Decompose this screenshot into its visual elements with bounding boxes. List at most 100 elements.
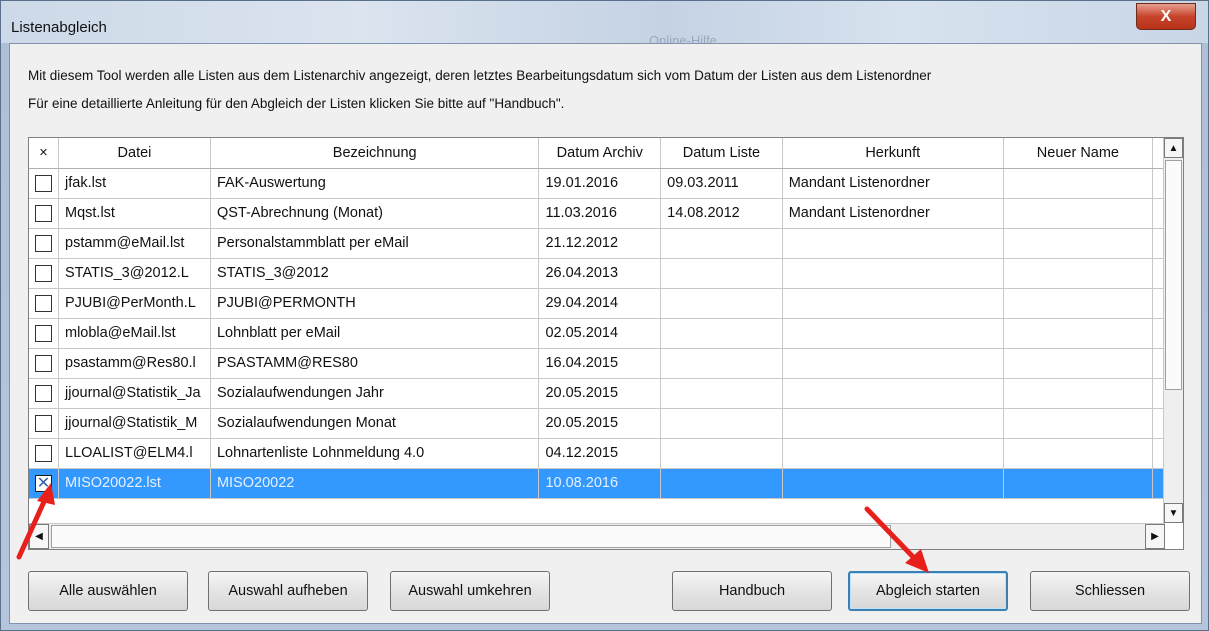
description-line-1: Mit diesem Tool werden alle Listen aus d… (28, 68, 932, 83)
cell-datum-liste (660, 468, 783, 499)
cell-datei: pstamm@eMail.lst (58, 228, 211, 259)
table-row[interactable]: ✕MISO20022.lstMISO2002210.08.2016I (29, 468, 1183, 499)
cell-checkbox (29, 348, 59, 379)
column-header-datum-liste[interactable]: Datum Liste (660, 138, 783, 169)
cell-datei: jfak.lst (58, 168, 211, 199)
table-row[interactable]: pstamm@eMail.lst Personalstammblatt per e… (29, 228, 1183, 259)
column-header-datum-archiv[interactable]: Datum Archiv (538, 138, 662, 169)
title-bar[interactable]: Listenabgleich Online-Hilfe X (1, 1, 1208, 48)
cell-neuer-name (1003, 438, 1154, 469)
dialog-client-area: Mit diesem Tool werden alle Listen aus d… (9, 43, 1202, 624)
cell-herkunft (782, 438, 1004, 469)
cell-datei: Mqst.lst (58, 198, 211, 229)
dialog-window: Listenabgleich Online-Hilfe X Mit diesem… (0, 0, 1209, 631)
row-checkbox[interactable] (35, 264, 52, 282)
table-row[interactable]: jfak.lst FAK-Auswertung 19.01.2016 09.03.20… (29, 168, 1183, 199)
vertical-scrollbar[interactable]: ▲ ▼ (1163, 138, 1183, 523)
table-body: jfak.lst FAK-Auswertung 19.01.2016 09.03.20… (29, 168, 1183, 499)
cell-neuer-name (1003, 318, 1154, 349)
cell-datum-archiv: 16.04.2015 (538, 348, 662, 379)
table-row[interactable]: STATIS_3@2012.LSTATIS_3@201226.04.2013E (29, 258, 1183, 289)
table-row[interactable]: PJUBI@PerMonth.L PJUBI@PERMONTH 29.04.2014… (29, 288, 1183, 319)
cell-datum-liste (660, 408, 783, 439)
cell-datei: PJUBI@PerMonth.L (58, 288, 211, 319)
select-all-button[interactable]: Alle auswählen (28, 571, 188, 611)
table-row[interactable]: jjournal@Statistik_Ja Sozialaufwendungen … (29, 378, 1183, 409)
table-row[interactable]: psastamm@Res80.l PSASTAMM@RES80 16.04.2015… (29, 348, 1183, 379)
cell-neuer-name (1003, 168, 1154, 199)
cell-datum-liste (660, 228, 783, 259)
description-line-2: Für eine detaillierte Anleitung für den … (28, 96, 565, 111)
column-header-datei[interactable]: Datei (58, 138, 211, 169)
cell-checkbox (29, 198, 59, 229)
column-header-herkunft[interactable]: Herkunft (782, 138, 1004, 169)
row-checkbox[interactable] (35, 174, 52, 192)
clear-selection-button[interactable]: Auswahl aufheben (208, 571, 368, 611)
cell-datum-archiv: 19.01.2016 (538, 168, 662, 199)
cell-neuer-name (1003, 408, 1154, 439)
table-row[interactable]: Mqst.lst QST-Abrechnung (Monat) 11.03.2016… (29, 198, 1183, 229)
lists-grid[interactable]: × Datei Bezeichnung Datum Archiv Datum L… (28, 137, 1184, 550)
cell-datei: jjournal@Statistik_M (58, 408, 211, 439)
cell-herkunft (782, 468, 1004, 499)
close-button[interactable]: Schliessen (1030, 571, 1190, 611)
cell-datum-archiv: 29.04.2014 (538, 288, 662, 319)
start-compare-button[interactable]: Abgleich starten (848, 571, 1008, 611)
scroll-left-icon[interactable]: ◀ (29, 524, 49, 549)
cell-datum-archiv: 04.12.2015 (538, 438, 662, 469)
cell-datum-liste (660, 348, 783, 379)
cell-datei: jjournal@Statistik_Ja (58, 378, 211, 409)
row-checkbox[interactable] (35, 294, 52, 312)
cell-datum-liste (660, 258, 783, 289)
cell-neuer-name (1003, 258, 1154, 289)
cell-datei: mlobla@eMail.lst (58, 318, 211, 349)
row-checkbox[interactable] (35, 234, 52, 252)
column-header-neuer-name[interactable]: Neuer Name (1003, 138, 1154, 169)
cell-datum-archiv: 11.03.2016 (538, 198, 662, 229)
cell-bezeichnung: FAK-Auswertung (210, 168, 540, 199)
cell-datum-liste (660, 288, 783, 319)
row-checkbox[interactable] (35, 414, 52, 432)
cell-datei: MISO20022.lst (58, 468, 211, 499)
cell-checkbox (29, 228, 59, 259)
cell-checkbox (29, 318, 59, 349)
row-checkbox[interactable] (35, 384, 52, 402)
column-header-bezeichnung[interactable]: Bezeichnung (210, 138, 540, 169)
cell-datum-liste (660, 438, 783, 469)
cell-bezeichnung: MISO20022 (210, 468, 540, 499)
cell-bezeichnung: PSASTAMM@RES80 (210, 348, 540, 379)
close-window-button[interactable]: X (1136, 3, 1196, 30)
cell-datum-archiv: 20.05.2015 (538, 408, 662, 439)
cell-checkbox (29, 378, 59, 409)
table-row[interactable]: jjournal@Statistik_M Sozialaufwendungen M… (29, 408, 1183, 439)
manual-button[interactable]: Handbuch (672, 571, 832, 611)
vertical-scroll-thumb[interactable] (1165, 160, 1182, 390)
cell-neuer-name (1003, 468, 1154, 499)
scroll-up-icon[interactable]: ▲ (1164, 138, 1183, 158)
cell-bezeichnung: PJUBI@PERMONTH (210, 288, 540, 319)
column-header-checkbox[interactable]: × (29, 138, 59, 169)
row-checkbox[interactable] (35, 354, 52, 372)
row-checkbox[interactable] (35, 444, 52, 462)
cell-bezeichnung: Lohnblatt per eMail (210, 318, 540, 349)
table-row[interactable]: LLOALIST@ELM4.l Lohnartenliste Lohnmeldun… (29, 438, 1183, 469)
cell-bezeichnung: Personalstammblatt per eMail (210, 228, 540, 259)
close-icon: X (1160, 7, 1172, 25)
cell-bezeichnung: QST-Abrechnung (Monat) (210, 198, 540, 229)
cell-checkbox (29, 438, 59, 469)
scroll-right-icon[interactable]: ▶ (1145, 524, 1165, 549)
lists-table: × Datei Bezeichnung Datum Archiv Datum L… (29, 138, 1183, 499)
cell-herkunft: Mandant Listenordner (782, 168, 1004, 199)
invert-selection-button[interactable]: Auswahl umkehren (390, 571, 550, 611)
table-row[interactable]: mlobla@eMail.lst Lohnblatt per eMail 02.05… (29, 318, 1183, 349)
scroll-down-icon[interactable]: ▼ (1164, 503, 1183, 523)
horizontal-scroll-thumb[interactable] (51, 525, 891, 548)
cell-checkbox (29, 408, 59, 439)
horizontal-scrollbar[interactable]: ◀ ▶ (29, 523, 1165, 549)
row-checkbox[interactable] (35, 324, 52, 342)
cell-datum-liste: 14.08.2012 (660, 198, 783, 229)
checkbox-checked[interactable]: ✕ (35, 474, 52, 492)
cell-neuer-name (1003, 348, 1154, 379)
row-checkbox[interactable] (35, 204, 52, 222)
cell-datei: LLOALIST@ELM4.l (58, 438, 211, 469)
